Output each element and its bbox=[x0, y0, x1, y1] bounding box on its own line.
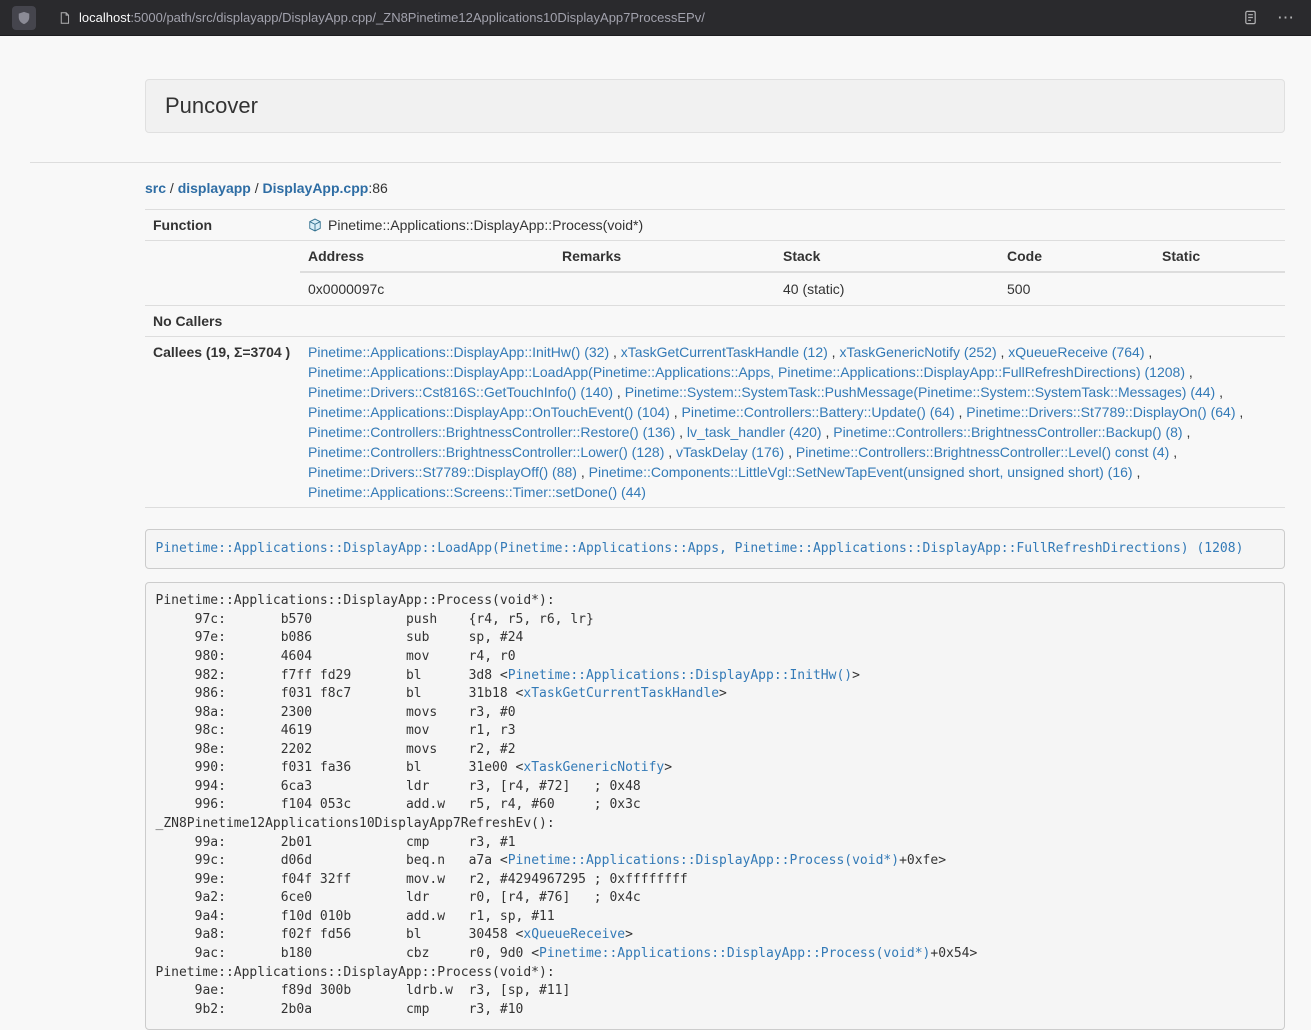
col-static: Static bbox=[1154, 241, 1285, 272]
page-content: Puncover bbox=[145, 79, 1285, 133]
disassembly-symbol-link[interactable]: xQueueReceive bbox=[523, 927, 625, 942]
reader-view-icon[interactable] bbox=[1237, 5, 1263, 31]
symbol-cube-icon bbox=[308, 217, 322, 231]
address-value: 0x0000097c bbox=[300, 272, 554, 305]
metrics-value-row: 0x0000097c 40 (static) 500 bbox=[300, 272, 1285, 305]
page-title: Puncover bbox=[165, 94, 1265, 118]
function-row: Function Pinetime::Applications::Display… bbox=[145, 210, 1285, 241]
selected-symbol-box: Pinetime::Applications::DisplayApp::Load… bbox=[145, 529, 1285, 569]
callee-link[interactable]: Pinetime::Applications::DisplayApp::Load… bbox=[308, 364, 1185, 380]
callee-link[interactable]: Pinetime::System::SystemTask::PushMessag… bbox=[625, 384, 1216, 400]
metrics-header-row: Address Remarks Stack Code Static bbox=[300, 241, 1285, 272]
callee-link[interactable]: Pinetime::Controllers::BrightnessControl… bbox=[833, 424, 1182, 440]
divider bbox=[30, 162, 1281, 163]
remarks-value bbox=[554, 272, 775, 305]
col-remarks: Remarks bbox=[554, 241, 775, 272]
col-address: Address bbox=[300, 241, 554, 272]
callee-link[interactable]: vTaskDelay (176) bbox=[676, 444, 784, 460]
breadcrumb-link[interactable]: displayapp bbox=[178, 180, 251, 196]
callees-list: Pinetime::Applications::DisplayApp::Init… bbox=[300, 337, 1285, 508]
callee-link[interactable]: Pinetime::Controllers::BrightnessControl… bbox=[308, 424, 675, 440]
callee-link[interactable]: Pinetime::Applications::DisplayApp::Init… bbox=[308, 344, 609, 360]
function-table: Function Pinetime::Applications::Display… bbox=[145, 209, 1285, 508]
static-value bbox=[1154, 272, 1285, 305]
metrics-row: Address Remarks Stack Code Static 0x0000… bbox=[145, 241, 1285, 306]
disassembly-symbol-link[interactable]: xTaskGetCurrentTaskHandle bbox=[523, 686, 719, 701]
callees-label: Callees (19, Σ=3704 ) bbox=[145, 337, 300, 508]
more-options-icon[interactable]: ⋯ bbox=[1273, 5, 1299, 31]
callee-link[interactable]: lv_task_handler (420) bbox=[687, 424, 822, 440]
no-callers-row: No Callers bbox=[145, 306, 1285, 337]
callee-link[interactable]: Pinetime::Components::LittleVgl::SetNewT… bbox=[589, 464, 1133, 480]
disassembly-symbol-link[interactable]: Pinetime::Applications::DisplayApp::Proc… bbox=[539, 946, 930, 961]
callees-row: Callees (19, Σ=3704 ) Pinetime::Applicat… bbox=[145, 337, 1285, 508]
disassembly-code: Pinetime::Applications::DisplayApp::Proc… bbox=[145, 582, 1285, 1030]
metrics-label-spacer bbox=[145, 241, 300, 306]
function-name-cell: Pinetime::Applications::DisplayApp::Proc… bbox=[300, 210, 1285, 241]
url-path: :5000/path/src/displayapp/DisplayApp.cpp… bbox=[130, 10, 705, 25]
breadcrumb: src / displayapp / DisplayApp.cpp:86 bbox=[145, 180, 1285, 196]
url-host: localhost bbox=[79, 10, 130, 25]
breadcrumb-link[interactable]: src bbox=[145, 180, 166, 196]
metrics-cell: Address Remarks Stack Code Static 0x0000… bbox=[300, 241, 1285, 306]
callee-link[interactable]: Pinetime::Drivers::St7789::DisplayOn() (… bbox=[966, 404, 1235, 420]
stack-value: 40 (static) bbox=[775, 272, 999, 305]
callee-link[interactable]: Pinetime::Controllers::BrightnessControl… bbox=[308, 444, 664, 460]
disassembly-symbol-link[interactable]: xTaskGenericNotify bbox=[523, 760, 664, 775]
callee-link[interactable]: xTaskGenericNotify (252) bbox=[839, 344, 996, 360]
breadcrumb-link[interactable]: DisplayApp.cpp bbox=[263, 180, 369, 196]
shield-icon[interactable] bbox=[12, 6, 36, 30]
callee-link[interactable]: xTaskGetCurrentTaskHandle (12) bbox=[621, 344, 828, 360]
selected-symbol-link[interactable]: Pinetime::Applications::DisplayApp::Load… bbox=[156, 541, 1244, 556]
col-stack: Stack bbox=[775, 241, 999, 272]
no-callers-cell bbox=[300, 306, 1285, 337]
shield-glyph bbox=[17, 11, 31, 25]
callee-link[interactable]: Pinetime::Drivers::Cst816S::GetTouchInfo… bbox=[308, 384, 613, 400]
function-name: Pinetime::Applications::DisplayApp::Proc… bbox=[328, 217, 643, 233]
metrics-table: Address Remarks Stack Code Static 0x0000… bbox=[300, 241, 1285, 305]
callee-link[interactable]: xQueueReceive (764) bbox=[1008, 344, 1144, 360]
disassembly-symbol-link[interactable]: Pinetime::Applications::DisplayApp::Proc… bbox=[508, 853, 899, 868]
toolbar-actions: ⋯ bbox=[1237, 5, 1299, 31]
col-code: Code bbox=[999, 241, 1154, 272]
callee-link[interactable]: Pinetime::Applications::Screens::Timer::… bbox=[308, 484, 646, 500]
page-info-icon[interactable] bbox=[58, 11, 71, 25]
browser-toolbar: localhost:5000/path/src/displayapp/Displ… bbox=[0, 0, 1311, 36]
breadcrumb-line-number: :86 bbox=[368, 180, 387, 196]
disassembly-symbol-link[interactable]: Pinetime::Applications::DisplayApp::Init… bbox=[508, 668, 852, 683]
code-value: 500 bbox=[999, 272, 1154, 305]
app-header-panel: Puncover bbox=[145, 79, 1285, 133]
callee-link[interactable]: Pinetime::Applications::DisplayApp::OnTo… bbox=[308, 404, 670, 420]
url-bar[interactable]: localhost:5000/path/src/displayapp/Displ… bbox=[50, 4, 1227, 32]
no-callers-label: No Callers bbox=[145, 306, 300, 337]
callee-link[interactable]: Pinetime::Drivers::St7789::DisplayOff() … bbox=[308, 464, 577, 480]
function-label: Function bbox=[145, 210, 300, 241]
callee-link[interactable]: Pinetime::Controllers::BrightnessControl… bbox=[796, 444, 1169, 460]
main-content: src / displayapp / DisplayApp.cpp:86 Fun… bbox=[145, 180, 1285, 1030]
callee-link[interactable]: Pinetime::Controllers::Battery::Update()… bbox=[682, 404, 955, 420]
